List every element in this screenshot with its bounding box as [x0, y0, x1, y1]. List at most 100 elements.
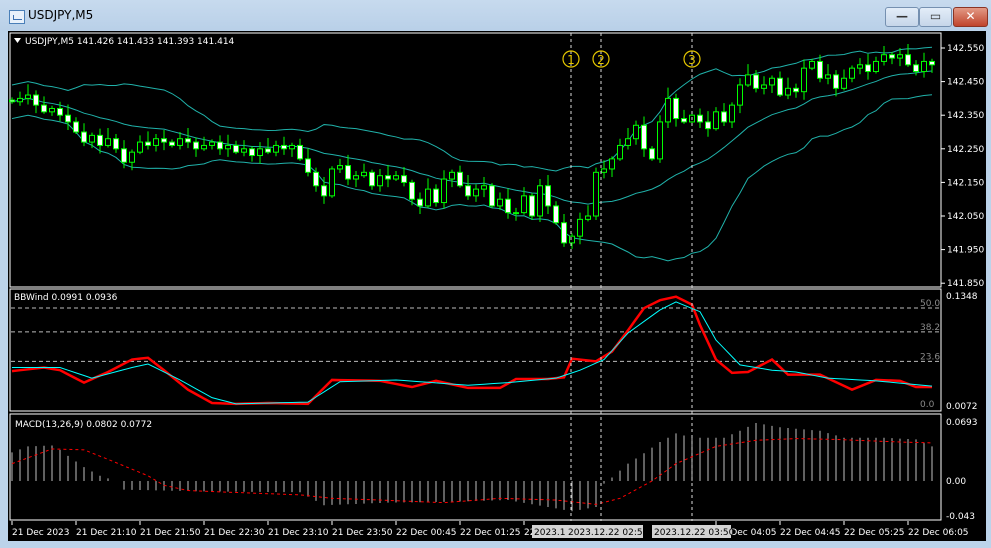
bear-candle: [145, 141, 151, 146]
bull-candle: [337, 165, 343, 170]
crosshair-time-label: 2023.12.22 03:50: [654, 528, 735, 538]
marker-number: 2: [597, 53, 605, 67]
bear-candle: [321, 185, 327, 197]
bear-candle: [465, 185, 471, 197]
bull-candle: [801, 67, 807, 93]
bull-candle: [825, 74, 831, 79]
time-label: 21 Dec 23:10: [268, 528, 329, 538]
bear-candle: [905, 54, 911, 66]
bull-candle: [177, 138, 183, 146]
bull-candle: [657, 121, 663, 160]
macd-header: MACD(13,26,9) 0.0802 0.0772: [15, 420, 152, 430]
bull-candle: [857, 64, 863, 69]
bull-candle: [273, 144, 279, 153]
bull-candle: [257, 148, 263, 157]
bear-candle: [217, 141, 223, 150]
bull-candle: [153, 138, 159, 146]
bear-candle: [889, 54, 895, 59]
time-label: 21 Dec 2023: [12, 528, 70, 538]
maximize-icon: ▭: [929, 9, 942, 23]
bull-candle: [481, 185, 487, 190]
bull-candle: [881, 54, 887, 62]
bull-candle: [537, 185, 543, 217]
bear-candle: [369, 171, 375, 187]
bear-candle: [313, 171, 319, 187]
title-bar: USDJPY,M5 — ▭ ✕: [0, 0, 991, 30]
bull-candle: [577, 218, 583, 237]
bear-candle: [545, 185, 551, 207]
bear-candle: [233, 144, 239, 153]
price-tick-label: 142.150: [947, 178, 984, 188]
bull-candle: [377, 175, 383, 187]
bull-candle: [809, 60, 815, 69]
bear-candle: [65, 114, 71, 123]
price-tick-label: 142.250: [947, 145, 984, 155]
close-button[interactable]: ✕: [953, 7, 988, 27]
macd-axis-max: 0.0693: [946, 418, 978, 428]
bbwind-line: [11, 295, 932, 406]
bull-candle: [289, 144, 295, 150]
bear-candle: [97, 134, 103, 146]
chart-area[interactable]: 50.0 38.2 23.6 0.0 1 2 3 142.550 142.450 142.35…: [8, 31, 986, 541]
bbwind-axis-max: 0.1348: [946, 292, 978, 302]
bull-candle: [921, 60, 927, 73]
bear-candle: [401, 175, 407, 183]
bear-candle: [457, 171, 463, 187]
bull-candle: [225, 144, 231, 150]
bear-candle: [161, 138, 167, 143]
bear-candle: [489, 185, 495, 207]
level-label: 0.0: [920, 400, 935, 410]
level-label: 23.6: [920, 352, 940, 362]
price-tick-label: 142.550: [947, 44, 984, 54]
bear-candle: [705, 121, 711, 130]
bbwind-header: BBWind 0.0991 0.0936: [14, 293, 118, 303]
minimize-button[interactable]: —: [885, 7, 919, 27]
marker-number: 1: [567, 53, 575, 67]
bull-candle: [617, 144, 623, 160]
bear-candle: [169, 141, 175, 146]
crosshair-time-label: 2023.1: [534, 528, 566, 538]
time-label: 22 Dec 06:05: [908, 528, 969, 538]
bear-candle: [41, 104, 47, 113]
bull-candle: [17, 97, 23, 103]
main-panel-header: USDJPY,M5 141.426 141.433 141.393 141.41…: [25, 37, 235, 47]
bull-candle: [897, 54, 903, 59]
bull-candle: [209, 141, 215, 146]
bull-candle: [241, 148, 247, 153]
crosshair-time-label: 2023.12.22 02:55: [568, 528, 648, 538]
bull-candle: [105, 138, 111, 146]
minimize-icon: —: [896, 9, 908, 23]
bear-candle: [9, 99, 15, 103]
bear-candle: [529, 195, 535, 217]
bbwind-panel-frame: [9, 288, 942, 412]
bull-candle: [129, 151, 135, 163]
bear-candle: [297, 144, 303, 160]
time-label: 22 Dec 01:25: [460, 528, 521, 538]
collapse-triangle-icon[interactable]: [14, 38, 21, 43]
bull-candle: [49, 107, 55, 113]
bull-candle: [737, 84, 743, 106]
time-label: 21 Dec 23:50: [332, 528, 393, 538]
price-chart[interactable]: 50.0 38.2 23.6 0.0 1 2 3 142.550 142.450 142.35…: [8, 31, 986, 541]
bear-candle: [433, 188, 439, 204]
bear-candle: [777, 77, 783, 96]
bull-candle: [449, 171, 455, 180]
level-label: 50.0: [920, 299, 940, 309]
bull-candle: [785, 87, 791, 96]
maximize-button[interactable]: ▭: [919, 7, 952, 27]
bull-candle: [425, 188, 431, 207]
bull-candle: [585, 215, 591, 220]
bull-candle: [393, 175, 399, 180]
bear-candle: [793, 87, 799, 93]
bear-candle: [249, 148, 255, 157]
time-label: 22 Dec 04:45: [780, 528, 841, 538]
bear-candle: [673, 97, 679, 120]
bull-candle: [513, 212, 519, 215]
bear-candle: [817, 60, 823, 79]
bollinger-lower-band: [11, 94, 933, 262]
bear-candle: [649, 148, 655, 160]
bull-candle: [761, 84, 767, 89]
bull-candle: [89, 134, 95, 143]
bear-candle: [385, 175, 391, 180]
bear-candle: [121, 148, 127, 163]
